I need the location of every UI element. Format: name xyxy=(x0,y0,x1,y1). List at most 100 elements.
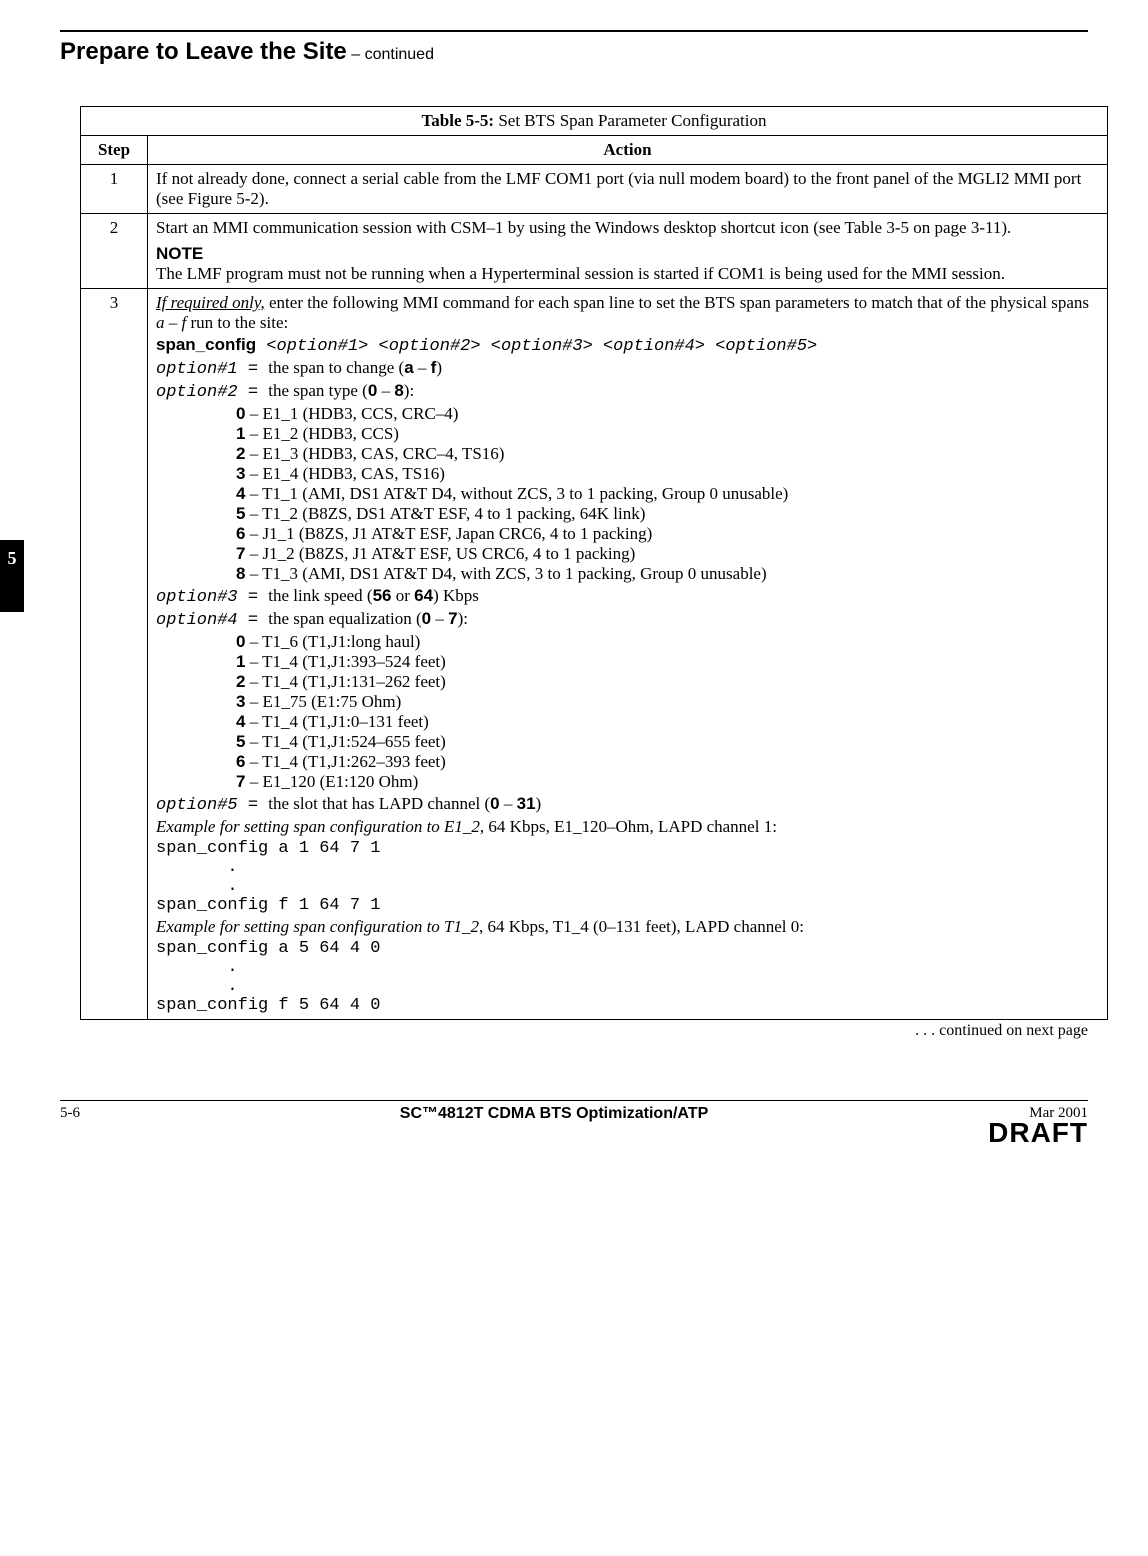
option3-line: option#3 = the link speed (56 or 64) Kbp… xyxy=(156,586,1099,607)
list-item-text: – E1_120 (E1:120 Ohm) xyxy=(245,772,418,791)
option2-lhs: option#2 xyxy=(156,383,238,402)
option5-lo: 0 xyxy=(490,794,499,813)
list-item: 1 – E1_2 (HDB3, CCS) xyxy=(236,424,1099,444)
note-heading: NOTE xyxy=(156,244,1099,264)
command-line: span_config <option#1> <option#2> <optio… xyxy=(156,335,1099,356)
code-line: . xyxy=(156,958,1099,977)
list-item-text: – T1_2 (B8ZS, DS1 AT&T ESF, 4 to 1 packi… xyxy=(245,504,645,523)
step2-line1: Start an MMI communication session with … xyxy=(156,218,1099,238)
code-line: . xyxy=(156,877,1099,896)
note-body: The LMF program must not be running when… xyxy=(156,264,1099,284)
step-number: 1 xyxy=(81,165,148,214)
page-number: 5-6 xyxy=(60,1105,140,1122)
list-item: 5 – T1_2 (B8ZS, DS1 AT&T ESF, 4 to 1 pac… xyxy=(236,504,1099,524)
option2-items: 0 – E1_1 (HDB3, CCS, CRC–4)1 – E1_2 (HDB… xyxy=(156,404,1099,584)
option2-hi: 8 xyxy=(394,381,403,400)
page-title-continued: – continued xyxy=(347,46,434,63)
option5-eq: = xyxy=(238,796,269,815)
header-rule xyxy=(60,30,1088,32)
intro-span-range: a – f xyxy=(156,313,186,332)
list-item: 3 – E1_4 (HDB3, CAS, TS16) xyxy=(236,464,1099,484)
option5-dash: – xyxy=(500,794,517,813)
list-item: 7 – J1_2 (B8ZS, J1 AT&T ESF, US CRC6, 4 … xyxy=(236,544,1099,564)
list-item: 6 – J1_1 (B8ZS, J1 AT&T ESF, Japan CRC6,… xyxy=(236,524,1099,544)
step-number: 2 xyxy=(81,214,148,289)
list-item: 3 – E1_75 (E1:75 Ohm) xyxy=(236,692,1099,712)
example2-lines: span_config a 5 64 4 0 . .span_config f … xyxy=(156,939,1099,1015)
code-line: span_config a 1 64 7 1 xyxy=(156,839,1099,858)
list-item-text: – J1_1 (B8ZS, J1 AT&T ESF, Japan CRC6, 4… xyxy=(245,524,652,543)
table-caption-text: Set BTS Span Parameter Configuration xyxy=(494,111,766,130)
option1-text: the span to change ( xyxy=(268,358,404,377)
step-action: Start an MMI communication session with … xyxy=(148,214,1108,289)
option2-text: the span type ( xyxy=(268,381,368,400)
list-item: 7 – E1_120 (E1:120 Ohm) xyxy=(236,772,1099,792)
option5-text-b: ) xyxy=(536,794,542,813)
option3-56: 56 xyxy=(373,586,392,605)
list-item-text: – T1_4 (T1,J1:524–655 feet) xyxy=(245,732,445,751)
list-item: 8 – T1_3 (AMI, DS1 AT&T D4, with ZCS, 3 … xyxy=(236,564,1099,584)
example1-rest: , 64 Kbps, E1_120–Ohm, LAPD channel 1: xyxy=(480,817,777,836)
option2-line: option#2 = the span type (0 – 8): xyxy=(156,381,1099,402)
option4-dash: – xyxy=(431,609,448,628)
intro-text-b: run to the site: xyxy=(186,313,288,332)
code-line: . xyxy=(156,858,1099,877)
list-item-text: – E1_2 (HDB3, CCS) xyxy=(245,424,398,443)
intro-text-a: enter the following MMI command for each… xyxy=(265,293,1089,312)
option4-close: ): xyxy=(458,609,468,628)
option3-lhs: option#3 xyxy=(156,588,238,607)
table-row: 3 If required only, enter the following … xyxy=(81,289,1108,1020)
list-item-text: – E1_3 (HDB3, CAS, CRC–4, TS16) xyxy=(245,444,504,463)
list-item-text: – T1_4 (T1,J1:0–131 feet) xyxy=(245,712,428,731)
option2-close: ): xyxy=(404,381,414,400)
chapter-tab-number: 5 xyxy=(0,540,24,576)
option1-a: a xyxy=(404,358,413,377)
option4-items: 0 – T1_6 (T1,J1:long haul)1 – T1_4 (T1,J… xyxy=(156,632,1099,792)
col-step-header: Step xyxy=(81,136,148,165)
footer-title: SC™4812T CDMA BTS Optimization/ATP xyxy=(140,1105,968,1123)
table-header-row: Step Action xyxy=(81,136,1108,165)
option1-eq: = xyxy=(238,360,269,379)
list-item-text: – T1_4 (T1,J1:262–393 feet) xyxy=(245,752,445,771)
page-title: Prepare to Leave the Site xyxy=(60,38,347,65)
continued-note: . . . continued on next page xyxy=(60,1022,1088,1040)
option4-text: the span equalization ( xyxy=(268,609,421,628)
table-caption-bold: Table 5-5: xyxy=(421,111,494,130)
option4-lo: 0 xyxy=(422,609,431,628)
list-item-text: – T1_1 (AMI, DS1 AT&T D4, without ZCS, 3… xyxy=(245,484,788,503)
option3-or: or xyxy=(392,586,415,605)
list-item: 2 – T1_4 (T1,J1:131–262 feet) xyxy=(236,672,1099,692)
code-line: span_config a 5 64 4 0 xyxy=(156,939,1099,958)
option5-line: option#5 = the slot that has LAPD channe… xyxy=(156,794,1099,815)
step-action: If not already done, connect a serial ca… xyxy=(148,165,1108,214)
option3-text-a: the link speed ( xyxy=(268,586,372,605)
option5-hi: 31 xyxy=(517,794,536,813)
table-row: 1 If not already done, connect a serial … xyxy=(81,165,1108,214)
intro-underline: If required only, xyxy=(156,293,265,312)
list-item: 0 – T1_6 (T1,J1:long haul) xyxy=(236,632,1099,652)
list-item: 0 – E1_1 (HDB3, CCS, CRC–4) xyxy=(236,404,1099,424)
chapter-tab: 5 xyxy=(0,540,24,612)
option2-dash: – xyxy=(377,381,394,400)
list-item-text: – T1_3 (AMI, DS1 AT&T D4, with ZCS, 3 to… xyxy=(245,564,766,583)
option3-text-b: ) Kbps xyxy=(433,586,479,605)
list-item: 4 – T1_1 (AMI, DS1 AT&T D4, without ZCS,… xyxy=(236,484,1099,504)
chapter-tab-block xyxy=(0,576,24,612)
code-line: span_config f 1 64 7 1 xyxy=(156,896,1099,915)
list-item: 6 – T1_4 (T1,J1:262–393 feet) xyxy=(236,752,1099,772)
option4-eq: = xyxy=(238,611,269,630)
list-item-text: – E1_4 (HDB3, CAS, TS16) xyxy=(245,464,444,483)
step3-intro: If required only, enter the following MM… xyxy=(156,293,1099,333)
option4-hi: 7 xyxy=(448,609,457,628)
option1-lhs: option#1 xyxy=(156,360,238,379)
option1-dash: – xyxy=(414,358,431,377)
option5-text-a: the slot that has LAPD channel ( xyxy=(268,794,490,813)
step-number: 3 xyxy=(81,289,148,1020)
step-action: If required only, enter the following MM… xyxy=(148,289,1108,1020)
example2-heading: Example for setting span configuration t… xyxy=(156,917,1099,937)
list-item: 2 – E1_3 (HDB3, CAS, CRC–4, TS16) xyxy=(236,444,1099,464)
list-item: 4 – T1_4 (T1,J1:0–131 feet) xyxy=(236,712,1099,732)
page-footer: 5-6 SC™4812T CDMA BTS Optimization/ATP M… xyxy=(60,1101,1088,1123)
code-line: span_config f 5 64 4 0 xyxy=(156,996,1099,1015)
example1-italic: Example for setting span configuration t… xyxy=(156,817,480,836)
